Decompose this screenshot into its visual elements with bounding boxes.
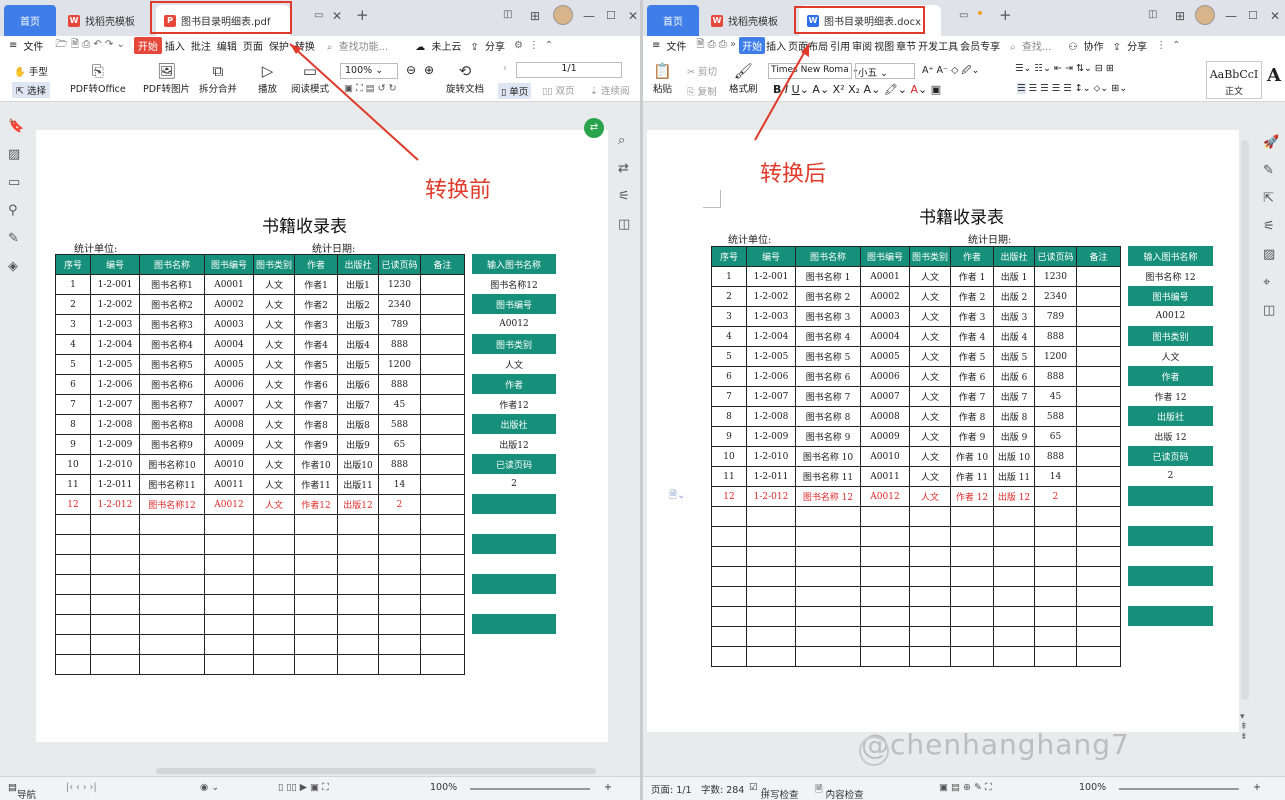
- arrow-pdf: [289, 43, 419, 161]
- annotation-after: 转换后: [760, 162, 827, 187]
- docx-window: 首页 W 找稻壳模板 W 图书目录明细表.docx ▭ • + ◫ ⊞ — ☐ ✕ …: [643, 0, 1285, 800]
- arrow-docx: [754, 43, 810, 141]
- annotation-before: 转换前: [425, 178, 492, 203]
- pdf-window: 首页 W 找稻壳模板 P 图书目录明细表.pdf ▭ ✕ + ◫ ⊞ — ☐ ✕ ≡…: [0, 0, 640, 800]
